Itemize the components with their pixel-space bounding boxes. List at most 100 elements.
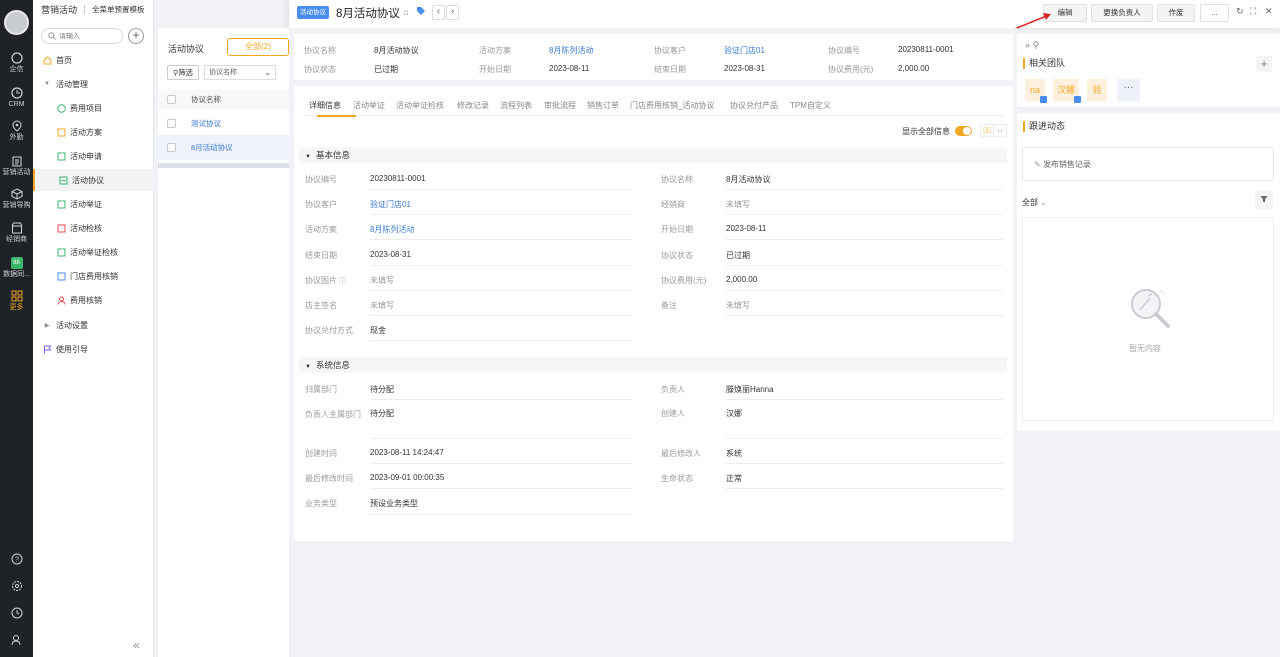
nav-search[interactable] — [41, 28, 123, 44]
change-owner-button[interactable]: 更换负责人 — [1091, 4, 1153, 22]
tab-redeem-products[interactable]: 协议兑付产品 — [730, 100, 778, 111]
help-button[interactable]: ? — [0, 553, 33, 566]
rail-item-data-sync[interactable]: 88 数据同... — [0, 257, 33, 279]
table-row[interactable]: 测试协议 — [158, 112, 289, 136]
rail-item-crm[interactable]: CRM — [0, 87, 33, 109]
team-member[interactable]: 汉娜 — [1053, 79, 1081, 103]
nav-item-activity-settings[interactable]: ▶ 活动设置 — [33, 314, 154, 336]
section-basic-info[interactable]: ▼ 基本信息 — [299, 147, 1007, 163]
tab-store-writeoff[interactable]: 门店费用核销_活动协议 — [630, 100, 714, 111]
nav-item-activity-check[interactable]: 活动检核 — [33, 217, 154, 239]
tab-tpm-custom[interactable]: TPM自定义 — [790, 100, 831, 111]
home-icon — [42, 55, 52, 65]
filter-button[interactable]: ⚲筛选 — [167, 65, 199, 80]
nav-item-fee-writeoff[interactable]: 费用核销 — [33, 289, 154, 311]
row-checkbox[interactable] — [167, 119, 176, 128]
rail-item-chat[interactable]: 企信 — [0, 52, 33, 74]
row-link[interactable]: 8月活动协议 — [191, 142, 233, 153]
add-menu-button[interactable]: + — [128, 28, 144, 44]
row-checkbox[interactable] — [167, 143, 176, 152]
edit-icon: ✎ — [1034, 160, 1041, 169]
nav-item-activity-apply[interactable]: 活动申请 — [33, 145, 154, 167]
more-members-button[interactable]: ··· — [1117, 79, 1140, 101]
nav-item-label: 使用引导 — [56, 344, 88, 354]
rail-item-field[interactable]: 外勤 — [0, 120, 33, 142]
user-avatar[interactable] — [4, 10, 29, 35]
expand-icon[interactable]: ⛶ — [1250, 6, 1256, 17]
tab-change-log[interactable]: 修改记录 — [457, 100, 489, 111]
nav-item-label: 费用项目 — [70, 103, 102, 113]
rail-item-guide[interactable]: 营销导购 — [0, 188, 33, 210]
rail-item-more[interactable]: 更多 — [0, 290, 33, 312]
all-scene-button[interactable]: 全部(2) — [227, 38, 289, 56]
search-field-select[interactable]: 协议名称 ⌄ — [204, 65, 276, 80]
nav-item-usage-guide[interactable]: 使用引导 — [33, 338, 154, 360]
writeoff-icon — [56, 295, 66, 305]
follow-filter-select[interactable]: 全部 ⌄ — [1022, 197, 1047, 208]
contacts-button[interactable] — [0, 634, 33, 647]
show-all-toggle[interactable] — [955, 126, 972, 136]
nav-item-activity-plan[interactable]: 活动方案 — [33, 121, 154, 143]
funnel-icon — [1260, 196, 1268, 203]
field-link[interactable]: 8月陈列活动 — [370, 224, 414, 235]
tab-evidence[interactable]: 活动举证 — [353, 100, 385, 111]
team-member[interactable]: 验 — [1087, 79, 1107, 101]
post-sales-record-button[interactable]: ✎ 发布销售记录 — [1022, 147, 1274, 181]
tag-icon[interactable] — [415, 6, 427, 19]
lock-icon[interactable]: ⌂ — [400, 6, 412, 19]
field-value: 待分配 — [370, 409, 394, 418]
rail-item-dealer[interactable]: 经销商 — [0, 222, 33, 244]
two-column-icon[interactable]: ▯▯ — [981, 125, 993, 136]
nav-search-input[interactable] — [59, 32, 119, 40]
funnel-filter-button[interactable] — [1255, 191, 1273, 209]
nav-item-store-writeoff[interactable]: 门店费用核销 — [33, 265, 154, 287]
nav-item-fee-items[interactable]: 费用项目 — [33, 97, 154, 119]
apply-icon — [56, 151, 66, 161]
tab-process-list[interactable]: 流程列表 — [500, 100, 532, 111]
field-value: 2,000.00 — [726, 275, 758, 284]
flag-icon — [42, 344, 52, 354]
template-name[interactable]: 全菜单预置模板 — [92, 4, 145, 15]
field-link[interactable]: 验证门店01 — [370, 199, 411, 210]
select-all-checkbox[interactable] — [167, 95, 176, 104]
layout-switch[interactable]: ▯▯ ↔ — [980, 124, 1007, 137]
settings-button[interactable] — [0, 580, 33, 593]
summary-value: 2023-08-31 — [724, 64, 765, 73]
field-underline — [370, 214, 632, 215]
nav-item-home[interactable]: 首页 — [33, 49, 154, 71]
history-button[interactable] — [0, 607, 33, 620]
tab-approval-flow[interactable]: 审批流程 — [544, 100, 576, 111]
table-row[interactable]: 8月活动协议 — [158, 136, 289, 160]
question-circle-icon[interactable]: ⓘ — [339, 278, 346, 285]
prev-record-button[interactable]: ‹ — [432, 5, 445, 20]
field-label: 最后修改时间 — [305, 474, 353, 483]
refresh-icon[interactable]: ↻ — [1236, 6, 1244, 17]
summary-link[interactable]: 验证门店01 — [724, 45, 765, 56]
summary-link[interactable]: 8月陈列活动 — [549, 45, 593, 56]
more-button[interactable]: ... — [1200, 4, 1229, 22]
horizontal-scrollbar[interactable] — [158, 163, 289, 168]
collapse-side-icon[interactable]: » ⚲ — [1025, 40, 1039, 51]
add-member-button[interactable]: + — [1256, 56, 1272, 72]
section-system-info[interactable]: ▼ 系统信息 — [299, 357, 1007, 373]
team-member[interactable]: na — [1025, 79, 1047, 103]
post-label: 发布销售记录 — [1042, 160, 1091, 169]
expand-width-icon[interactable]: ↔ — [993, 125, 1006, 136]
chevron-down-icon: ⌄ — [1040, 198, 1047, 207]
rail-item-marketing[interactable]: 营销活动 — [0, 155, 33, 177]
nav-item-activity-agreement[interactable]: 活动协议 — [33, 169, 154, 191]
nav-item-evidence-check[interactable]: 活动举证检核 — [33, 241, 154, 263]
tab-sales-orders[interactable]: 销售订单 — [587, 100, 619, 111]
summary-label: 协议费用(元) — [828, 65, 874, 74]
void-button[interactable]: 作废 — [1157, 4, 1195, 22]
rail-label: 外勤 — [9, 134, 24, 141]
nav-item-activity-evidence[interactable]: 活动举证 — [33, 193, 154, 215]
column-header[interactable]: 协议名称 — [191, 94, 221, 105]
tab-evidence-check[interactable]: 活动举证检核 — [396, 100, 444, 111]
row-link[interactable]: 测试协议 — [191, 118, 221, 129]
nav-item-activity-management[interactable]: ▼ 活动管理 — [33, 73, 154, 95]
tab-details[interactable]: 详细信息 — [309, 100, 341, 111]
close-icon[interactable]: ✕ — [1265, 6, 1273, 17]
next-record-button[interactable]: › — [446, 5, 459, 20]
collapse-nav-button[interactable]: « — [133, 638, 140, 652]
